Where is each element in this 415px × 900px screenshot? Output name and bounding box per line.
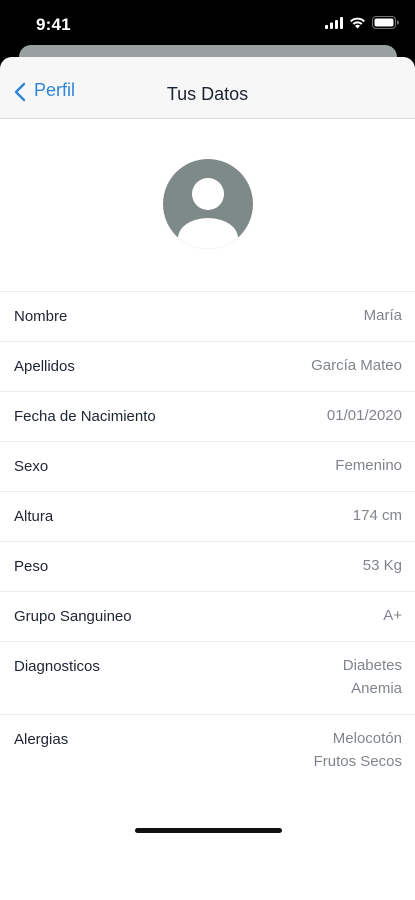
field-value-line: Melocotón [332, 730, 402, 747]
field-value: Femenino [335, 454, 402, 477]
battery-icon [372, 16, 399, 29]
field-row-diagnosticos: Diagnosticos Diabetes Anemia [0, 642, 415, 715]
avatar[interactable] [163, 159, 253, 249]
wifi-icon [349, 17, 366, 29]
field-value: María [364, 304, 402, 327]
field-value: Melocotón Frutos Secos [314, 727, 402, 773]
status-time: 9:41 [36, 15, 71, 34]
field-label: Alergias [14, 731, 69, 748]
field-row-grupo-sanguineo: Grupo Sanguineo A+ [0, 592, 415, 642]
field-label: Sexo [14, 458, 49, 475]
field-value: 174 cm [353, 504, 402, 527]
field-row-altura: Altura 174 cm [0, 492, 415, 542]
field-value-line: Frutos Secos [313, 753, 402, 770]
field-value-line: García Mateo [311, 357, 402, 374]
profile-sheet: Perfil Tus Datos Nombre María Apellidos … [0, 57, 415, 900]
field-value-line: Anemia [351, 680, 402, 697]
field-label: Nombre [14, 308, 68, 325]
field-value: García Mateo [311, 354, 402, 377]
status-bar: 9:41 [0, 0, 415, 50]
user-icon [163, 159, 253, 249]
field-row-alergias: Alergias Melocotón Frutos Secos [0, 715, 415, 787]
signal-icon [325, 16, 343, 29]
field-row-peso: Peso 53 Kg [0, 542, 415, 592]
field-label: Diagnosticos [14, 658, 100, 675]
field-label: Apellidos [14, 358, 75, 375]
field-label: Altura [14, 508, 54, 525]
field-value-line: Femenino [335, 457, 402, 474]
profile-fields: Nombre María Apellidos García Mateo Fech… [0, 292, 415, 787]
field-value-line: Diabetes [342, 657, 402, 674]
avatar-section [0, 119, 415, 292]
status-icons [325, 16, 399, 29]
field-value-line: María [363, 307, 402, 324]
navigation-bar: Perfil Tus Datos [0, 57, 415, 119]
home-indicator[interactable] [135, 828, 282, 833]
field-label: Peso [14, 558, 49, 575]
field-value-line: 01/01/2020 [326, 407, 402, 424]
field-row-apellidos: Apellidos García Mateo [0, 342, 415, 392]
field-row-fecha-nacimiento: Fecha de Nacimiento 01/01/2020 [0, 392, 415, 442]
field-label: Fecha de Nacimiento [14, 408, 156, 425]
field-value: Diabetes Anemia [343, 654, 402, 700]
field-value: 53 Kg [363, 554, 402, 577]
field-value-line: A+ [383, 607, 402, 624]
field-value-line: 174 cm [352, 507, 402, 524]
field-row-sexo: Sexo Femenino [0, 442, 415, 492]
field-label: Grupo Sanguineo [14, 608, 132, 625]
page-title: Tus Datos [166, 84, 249, 104]
field-value-line: 53 Kg [362, 557, 402, 574]
field-value: 01/01/2020 [327, 404, 402, 427]
field-value: A+ [383, 604, 402, 627]
field-row-nombre: Nombre María [0, 292, 415, 342]
